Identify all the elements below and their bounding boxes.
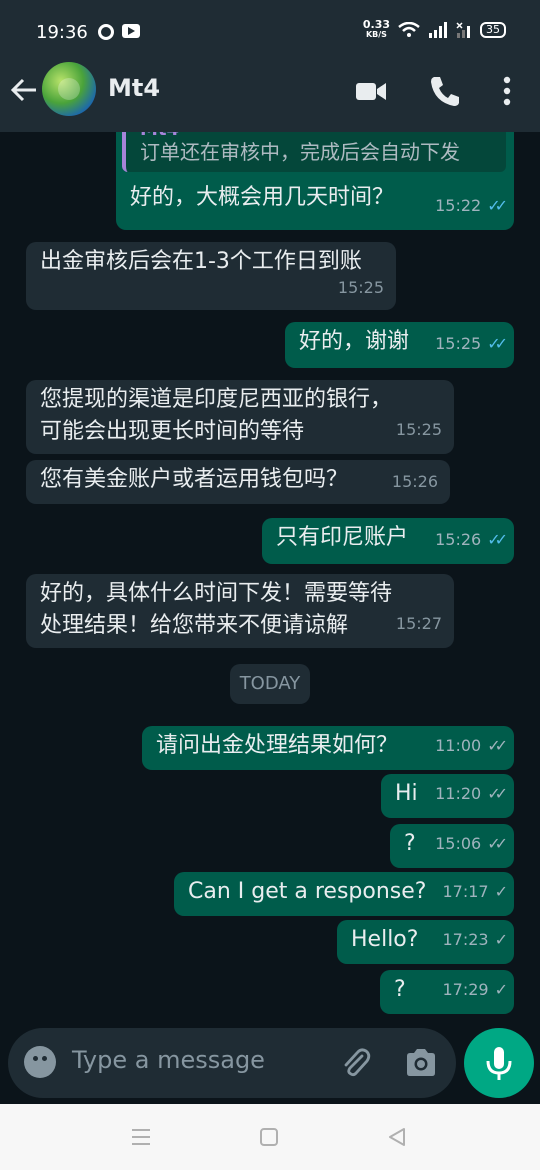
message-incoming[interactable]: 您提现的渠道是印度尼西亚的银行， 可能会出现更长时间的等待 15:25 (26, 380, 454, 454)
more-options-icon[interactable] (490, 74, 524, 108)
message-text-line: 好的，具体什么时间下发！需要等待 (40, 581, 393, 606)
network-speed: 0.33 KB/S (362, 18, 390, 40)
message-text: 好的，大概会用几天时间？ (130, 185, 395, 210)
message-time: 15:26 (391, 472, 438, 491)
delivered-ticks-icon: ✓✓ (487, 736, 508, 755)
status-time: 19:36 (36, 22, 88, 43)
phone-icon[interactable] (428, 74, 462, 108)
message-incoming[interactable]: 出金审核后会在1-3个工作日到账 15:25 (26, 242, 396, 310)
status-bar: 19:36 0.33 KB/S 35 (0, 0, 540, 48)
message-incoming[interactable]: 您有美金账户或者运用钱包吗？ 15:26 (26, 460, 450, 504)
message-text: Can I get a response? (188, 879, 427, 904)
mic-icon (486, 1047, 512, 1080)
message-incoming[interactable]: 好的，具体什么时间下发！需要等待 处理结果！给您带来不便请谅解 15:27 (26, 574, 454, 648)
home-icon[interactable] (258, 1126, 280, 1148)
app-notification-icon (98, 24, 114, 40)
recent-apps-icon[interactable] (130, 1126, 152, 1148)
message-time: 15:25 (435, 334, 482, 353)
attach-icon[interactable] (338, 1046, 372, 1080)
message-input[interactable]: Type a message (72, 1046, 265, 1074)
message-outgoing[interactable]: Hello? 17:23 ✓ (337, 920, 514, 964)
message-text: 您有美金账户或者运用钱包吗？ (40, 467, 349, 492)
battery-indicator: 35 (480, 22, 506, 38)
message-text: 请问出金处理结果如何？ (156, 733, 399, 758)
camera-icon[interactable] (404, 1046, 438, 1080)
contact-name[interactable]: Mt4 (108, 74, 160, 102)
delivered-ticks-icon: ✓✓ (487, 834, 508, 853)
message-time: 15:25 (395, 420, 442, 439)
message-time: 15:26 (435, 530, 482, 549)
signal-icon (429, 22, 447, 38)
message-time: 15:22 (435, 196, 482, 215)
back-arrow-icon[interactable] (10, 76, 38, 104)
message-outgoing[interactable]: ? 15:06 ✓✓ (390, 824, 514, 868)
message-composer[interactable]: Type a message (8, 1028, 456, 1098)
message-text-line: 处理结果！给您带来不便请谅解 (40, 613, 349, 638)
back-nav-icon[interactable] (386, 1126, 408, 1148)
signal-no-service-icon (456, 22, 470, 38)
message-time: 11:20 (435, 784, 482, 803)
message-text-line: 您提现的渠道是印度尼西亚的银行， (40, 387, 393, 412)
message-outgoing[interactable]: 请问出金处理结果如何？ 11:00 ✓✓ (142, 726, 514, 770)
quoted-message[interactable]: Mt4 订单还在审核中，完成后会自动下发 (122, 132, 506, 172)
message-outgoing[interactable]: ? 17:29 ✓ (380, 970, 514, 1014)
system-nav-bar (0, 1104, 540, 1170)
youtube-notification-icon (122, 24, 140, 38)
quoted-text: 订单还在审核中，完成后会自动下发 (140, 140, 460, 164)
message-time: 15:25 (337, 278, 384, 297)
voice-record-button[interactable] (464, 1028, 534, 1098)
video-call-icon[interactable] (354, 74, 388, 108)
message-outgoing[interactable]: 好的，谢谢 15:25 ✓✓ (285, 322, 514, 368)
message-time: 17:29 (442, 980, 489, 999)
message-time: 17:17 (442, 882, 489, 901)
message-time: 17:23 (442, 930, 489, 949)
message-list[interactable]: Mt4 订单还在审核中，完成后会自动下发 好的，大概会用几天时间？ 15:22 ✓… (0, 132, 540, 1032)
message-time: 15:27 (395, 614, 442, 633)
message-time: 11:00 (435, 736, 482, 755)
message-text: 好的，谢谢 (299, 329, 410, 354)
contact-avatar[interactable] (42, 62, 96, 116)
read-ticks-icon: ✓✓ (487, 196, 508, 215)
network-speed-unit: KB/S (365, 30, 387, 39)
message-text: ? (394, 977, 406, 1002)
message-text: Hello? (351, 927, 419, 952)
sent-tick-icon: ✓ (494, 980, 509, 999)
date-divider: TODAY (230, 664, 310, 704)
message-outgoing[interactable]: Hi 11:20 ✓✓ (381, 774, 514, 818)
message-text: 出金审核后会在1-3个工作日到账 (40, 249, 362, 274)
chat-header: Mt4 (0, 48, 540, 132)
message-text-line: 可能会出现更长时间的等待 (40, 419, 305, 444)
wifi-icon (398, 22, 420, 37)
read-ticks-icon: ✓✓ (487, 334, 508, 353)
message-outgoing[interactable]: Mt4 订单还在审核中，完成后会自动下发 好的，大概会用几天时间？ 15:22 ✓… (116, 132, 514, 230)
message-text: 只有印尼账户 (276, 525, 409, 550)
message-text: ? (404, 831, 416, 856)
message-text: Hi (395, 781, 418, 806)
read-ticks-icon: ✓✓ (487, 530, 508, 549)
message-time: 15:06 (435, 834, 482, 853)
network-speed-value: 0.33 (362, 18, 390, 31)
message-outgoing[interactable]: 只有印尼账户 15:26 ✓✓ (262, 518, 514, 564)
sent-tick-icon: ✓ (494, 930, 509, 949)
emoji-icon[interactable] (24, 1046, 56, 1078)
delivered-ticks-icon: ✓✓ (487, 784, 508, 803)
message-outgoing[interactable]: Can I get a response? 17:17 ✓ (174, 872, 514, 916)
sent-tick-icon: ✓ (494, 882, 509, 901)
